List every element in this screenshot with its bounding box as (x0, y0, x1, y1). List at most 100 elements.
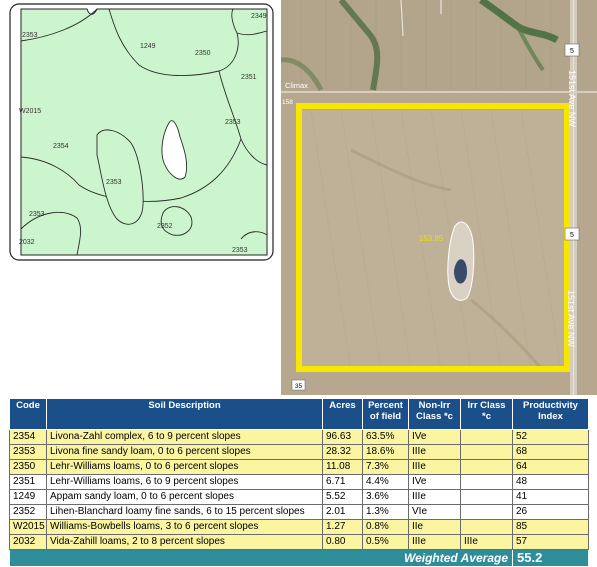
table-row: 1249 Appam sandy loam, 0 to 6 percent sl… (9, 489, 589, 505)
table-row: 2350 Lehr-Williams loams, 0 to 6 percent… (9, 459, 589, 475)
cell-productivity: 57 (512, 534, 589, 550)
cell-description: Williams-Bowbells loams, 3 to 6 percent … (46, 519, 323, 535)
cell-percent: 18.6% (362, 444, 409, 460)
cell-percent: 63.5% (362, 429, 409, 445)
cell-code: 2352 (9, 504, 47, 520)
cell-productivity: 26 (512, 504, 589, 520)
cell-irr (460, 444, 513, 460)
road-number-mid: 5 (570, 232, 574, 239)
section-number: 35 (295, 383, 303, 390)
road-name-bottom: 151st Ave NW (566, 290, 576, 347)
header-non-irr: Non-Irr Class *c (408, 398, 461, 430)
cell-productivity: 48 (512, 474, 589, 490)
zone-label: 2353 (22, 32, 38, 39)
cell-code: 2032 (9, 534, 47, 550)
zone-label: 2353 (106, 179, 122, 186)
zone-label: 2349 (251, 13, 267, 20)
soil-map: 2349 2353 1249 2350 2351 W2015 2353 2354… (9, 3, 274, 261)
header-description: Soil Description (46, 398, 323, 430)
cell-irr (460, 489, 513, 505)
cell-percent: 0.5% (362, 534, 409, 550)
cell-non-irr: IVe (408, 429, 461, 445)
cell-description: Livona-Zahl complex, 6 to 9 percent slop… (46, 429, 323, 445)
cell-non-irr: VIe (408, 504, 461, 520)
table-row: W2015 Williams-Bowbells loams, 3 to 6 pe… (9, 519, 589, 535)
cell-code: 2351 (9, 474, 47, 490)
cell-percent: 3.6% (362, 489, 409, 505)
acreage-label: 153.85 (419, 234, 444, 243)
weighted-average-value: 55.2 (512, 549, 589, 567)
cell-non-irr: IVe (408, 474, 461, 490)
cell-irr (460, 519, 513, 535)
cell-productivity: 41 (512, 489, 589, 505)
cell-description: Lihen-Blanchard loamy fine sands, 6 to 1… (46, 504, 323, 520)
cell-code: 2354 (9, 429, 47, 445)
weighted-average-label: Weighted Average (9, 549, 513, 567)
cell-code: 1249 (9, 489, 47, 505)
soil-table: Code Soil Description Acres Percent of f… (9, 398, 589, 567)
zone-label: 2032 (19, 239, 35, 246)
cell-percent: 0.8% (362, 519, 409, 535)
table-row: 2353 Livona fine sandy loam, 0 to 6 perc… (9, 444, 589, 460)
cell-non-irr: IIIe (408, 534, 461, 550)
road-number-top: 5 (570, 48, 574, 55)
road-name-top: 151st Ave NW (567, 70, 577, 127)
cell-productivity: 85 (512, 519, 589, 535)
cell-acres: 5.52 (322, 489, 363, 505)
zone-label: W2015 (19, 108, 41, 115)
cell-irr (460, 459, 513, 475)
cell-acres: 1.27 (322, 519, 363, 535)
cell-code: 2353 (9, 444, 47, 460)
zone-label: 2353 (29, 211, 45, 218)
cell-productivity: 52 (512, 429, 589, 445)
cell-acres: 96.63 (322, 429, 363, 445)
table-row: 2032 Vida-Zahill loams, 2 to 8 percent s… (9, 534, 589, 550)
cell-acres: 28.32 (322, 444, 363, 460)
table-header-row: Code Soil Description Acres Percent of f… (9, 398, 589, 430)
cell-acres: 0.80 (322, 534, 363, 550)
header-irr: Irr Class *c (460, 398, 513, 430)
header-productivity: Productivity Index (512, 398, 589, 430)
zone-label: 2353 (225, 119, 241, 126)
cell-code: 2350 (9, 459, 47, 475)
cell-productivity: 64 (512, 459, 589, 475)
cell-non-irr: IIIe (408, 459, 461, 475)
header-code: Code (9, 398, 47, 430)
cell-acres: 6.71 (322, 474, 363, 490)
cell-irr (460, 504, 513, 520)
cell-irr (460, 429, 513, 445)
cell-acres: 11.08 (322, 459, 363, 475)
cell-code: W2015 (9, 519, 47, 535)
cell-irr: IIIe (460, 534, 513, 550)
zone-label: 1249 (140, 43, 156, 50)
table-row: 2354 Livona-Zahl complex, 6 to 9 percent… (9, 429, 589, 445)
cell-description: Livona fine sandy loam, 0 to 6 percent s… (46, 444, 323, 460)
cell-percent: 4.4% (362, 474, 409, 490)
township-label: 158 (282, 99, 293, 106)
zone-label: 2350 (195, 50, 211, 57)
zone-label: 2352 (157, 223, 173, 230)
soil-map-panel: 2349 2353 1249 2350 2351 W2015 2353 2354… (9, 3, 274, 261)
cell-non-irr: IIIe (408, 489, 461, 505)
upper-field (281, 0, 597, 90)
zone-label: 2353 (232, 247, 248, 254)
cell-description: Lehr-Williams loams, 0 to 6 percent slop… (46, 459, 323, 475)
header-percent: Percent of field (362, 398, 409, 430)
cell-irr (460, 474, 513, 490)
weighted-average-row: Weighted Average 55.2 (9, 549, 589, 567)
aerial-map-panel: Climax 158 5 5 151st Ave NW 151st Ave NW… (281, 0, 597, 395)
table-row: 2352 Lihen-Blanchard loamy fine sands, 6… (9, 504, 589, 520)
cell-non-irr: IIe (408, 519, 461, 535)
zone-label: 2351 (241, 74, 257, 81)
cell-acres: 2.01 (322, 504, 363, 520)
zone-label: 2354 (53, 143, 69, 150)
aerial-map: Climax 158 5 5 151st Ave NW 151st Ave NW… (281, 0, 597, 395)
cell-percent: 1.3% (362, 504, 409, 520)
cell-description: Vida-Zahill loams, 2 to 8 percent slopes (46, 534, 323, 550)
cell-description: Appam sandy loam, 0 to 6 percent slopes (46, 489, 323, 505)
place-label-climax: Climax (285, 81, 308, 90)
header-acres: Acres (322, 398, 363, 430)
table-row: 2351 Lehr-Williams loams, 6 to 9 percent… (9, 474, 589, 490)
cell-productivity: 68 (512, 444, 589, 460)
cell-description: Lehr-Williams loams, 6 to 9 percent slop… (46, 474, 323, 490)
